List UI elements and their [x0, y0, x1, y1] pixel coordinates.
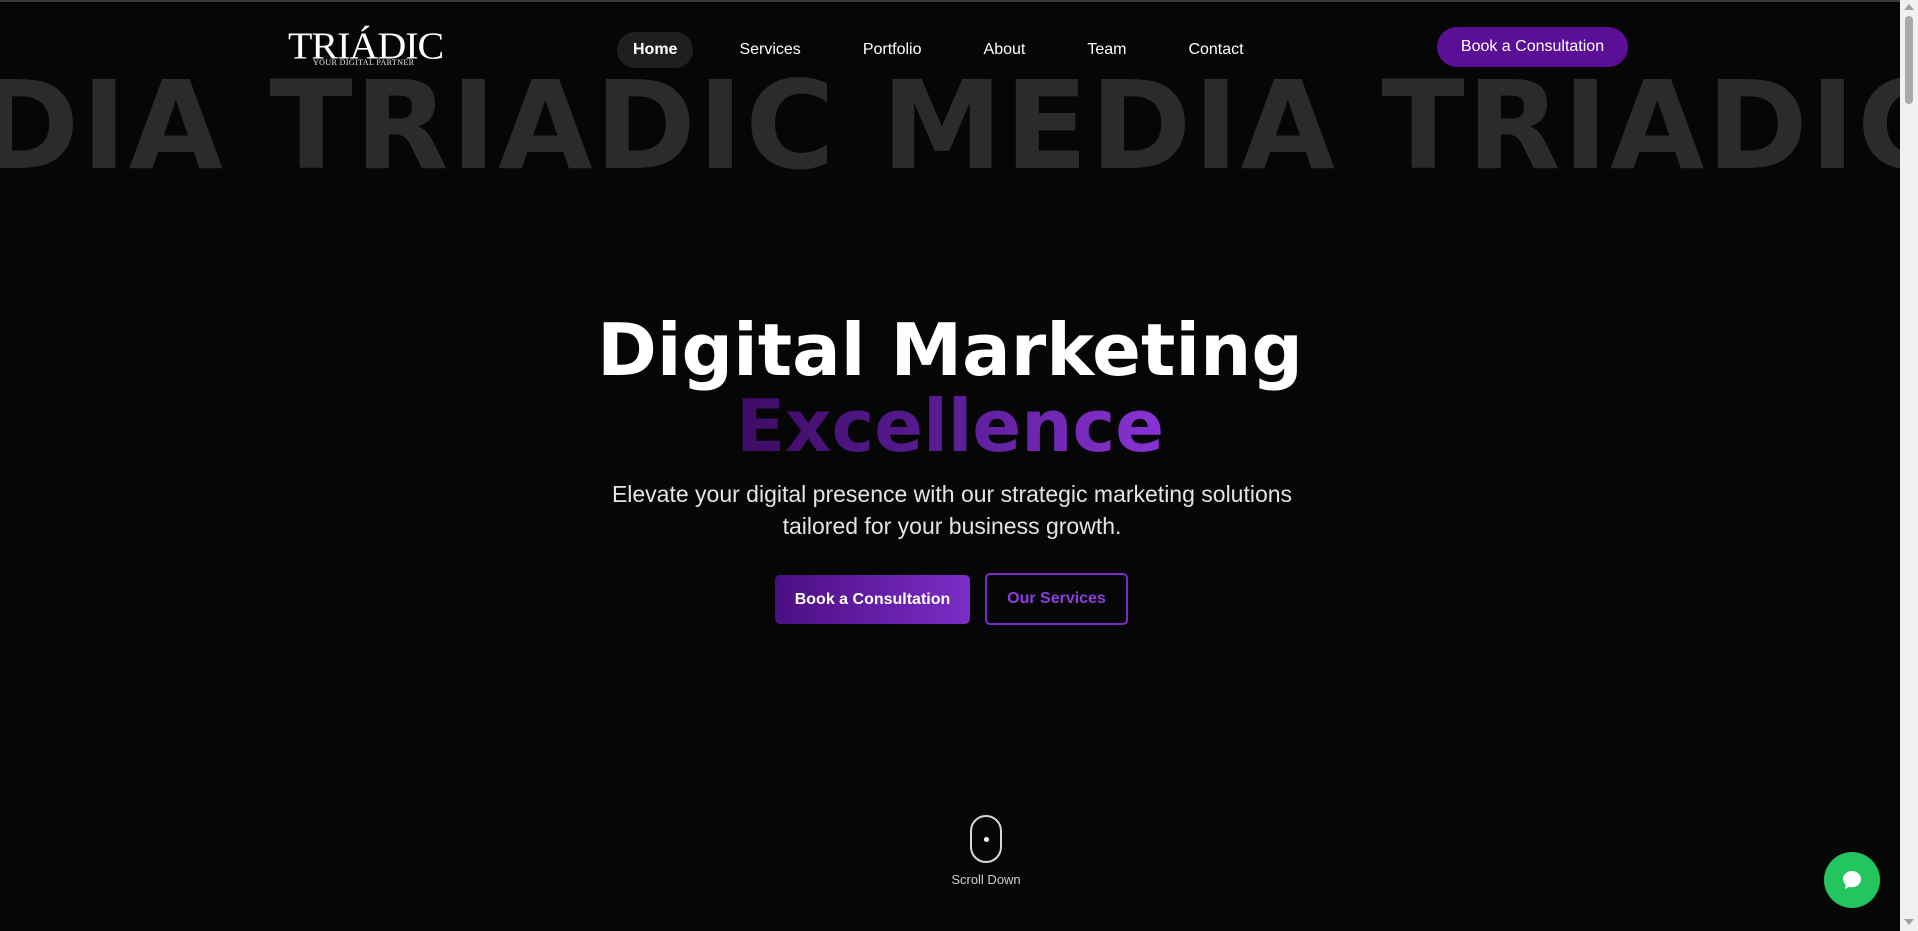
chat-button[interactable] — [1824, 852, 1880, 908]
book-consultation-button[interactable]: Book a Consultation — [775, 575, 970, 624]
scroll-mouse-icon[interactable] — [970, 815, 1002, 863]
page-scrollbar[interactable] — [1900, 0, 1918, 931]
scroll-down-arrow-icon[interactable] — [1904, 919, 1914, 925]
page-viewport: TRIÁDIC YOUR DIGITAL PARTNER Home Servic… — [0, 0, 1918, 931]
hero-title-line2: Excellence — [735, 384, 1165, 468]
hero-title: Digital Marketing Excellence — [0, 312, 1900, 464]
scroll-down-label: Scroll Down — [951, 872, 1021, 887]
hero-subtitle: Elevate your digital presence with our s… — [611, 481, 1293, 539]
our-services-button[interactable]: Our Services — [985, 573, 1128, 625]
scroll-wheel-dot — [984, 837, 989, 842]
scrollbar-thumb[interactable] — [1905, 16, 1913, 104]
chat-bubble-icon — [1843, 871, 1861, 889]
scroll-up-arrow-icon[interactable] — [1904, 4, 1914, 10]
hero-title-line1: Digital Marketing — [597, 308, 1303, 392]
brand-marquee: DIA TRIADIC MEDIA TRIADIC — [0, 55, 1918, 197]
